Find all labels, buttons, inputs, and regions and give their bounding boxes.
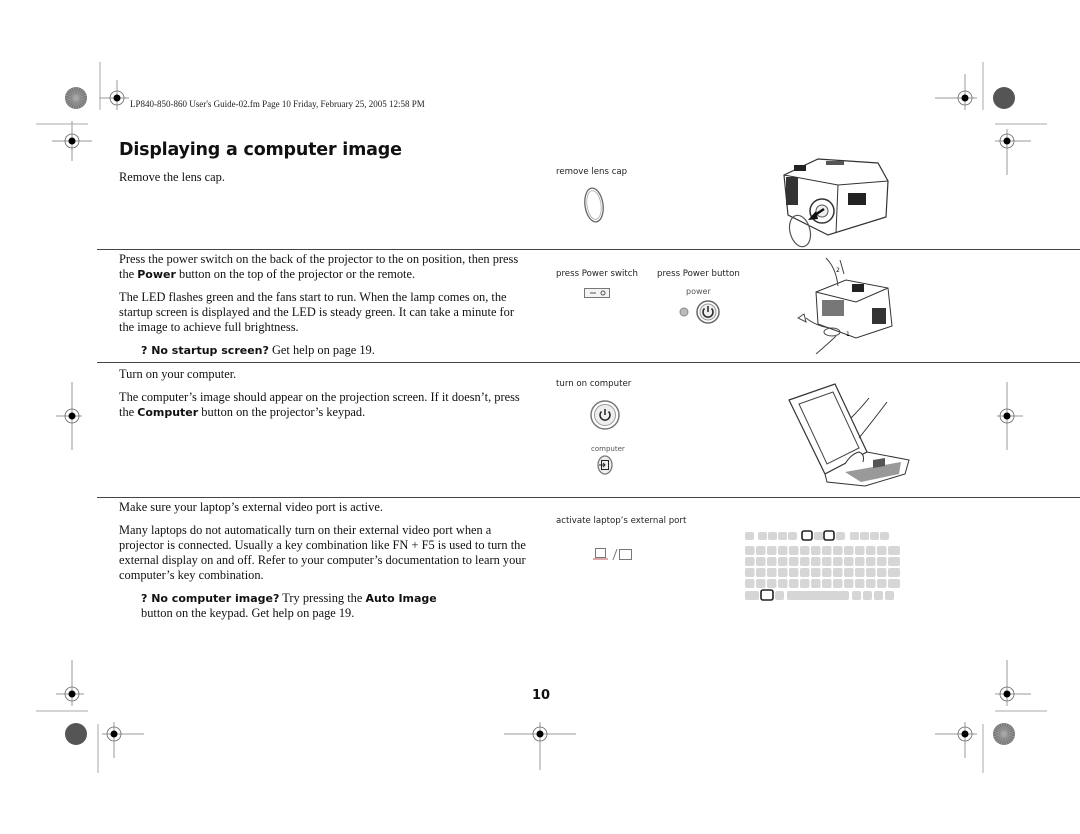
registration-target	[1003, 690, 1011, 698]
registration-target	[110, 730, 118, 738]
registration-target	[1003, 412, 1011, 420]
color-bar-disc	[65, 723, 87, 745]
registration-target	[961, 94, 969, 102]
color-bar-disc	[993, 87, 1015, 109]
registration-target	[536, 730, 544, 738]
registration-target	[68, 690, 76, 698]
registration-marks	[36, 62, 1047, 773]
registration-target	[961, 730, 969, 738]
registration-target	[1003, 137, 1011, 145]
registration-target	[113, 94, 121, 102]
registration-target	[68, 137, 76, 145]
registration-target	[68, 412, 76, 420]
